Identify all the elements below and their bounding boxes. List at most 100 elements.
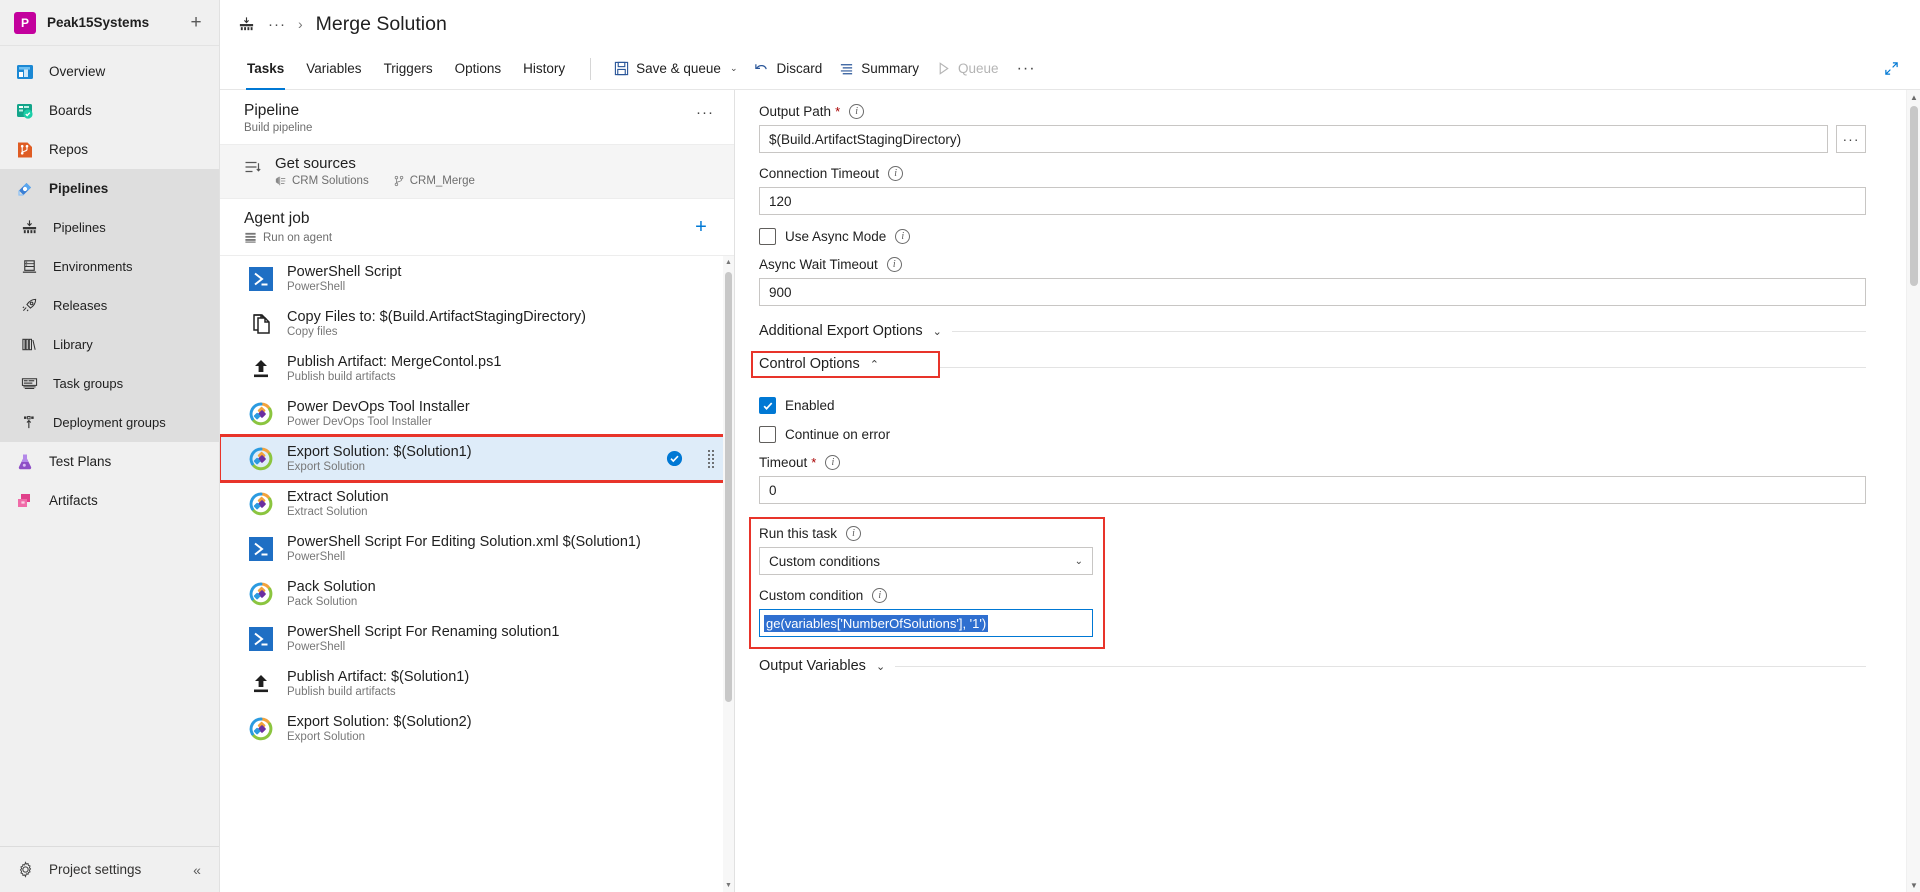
task-row[interactable]: PowerShell Script PowerShell <box>220 256 734 301</box>
add-task-button[interactable]: + <box>688 214 714 240</box>
task-subtitle: Extract Solution <box>287 506 368 518</box>
tab-label-options: Options <box>454 61 502 76</box>
agent-icon <box>245 232 256 243</box>
sidebar-label-repos: Repos <box>49 142 89 157</box>
sidebar-item-test-plans[interactable]: Test Plans <box>0 442 219 481</box>
additional-export-options-label: Additional Export Options <box>759 323 923 339</box>
scroll-up-icon[interactable]: ▲ <box>723 256 734 269</box>
scroll-down-icon[interactable]: ▼ <box>723 879 734 892</box>
output-path-browse-button[interactable]: ··· <box>1836 125 1866 153</box>
task-row[interactable]: Copy Files to: $(Build.ArtifactStagingDi… <box>220 301 734 346</box>
scroll-up-icon[interactable]: ▲ <box>1907 90 1920 104</box>
enabled-label: Enabled <box>785 398 835 413</box>
sidebar-item-releases[interactable]: Releases <box>0 286 219 325</box>
powershell-icon <box>248 536 274 562</box>
sidebar-item-boards[interactable]: Boards <box>0 91 219 130</box>
continue-on-error-checkbox[interactable] <box>759 426 776 443</box>
connection-timeout-label: Connection Timeout <box>759 166 880 181</box>
task-row[interactable]: Extract Solution Extract Solution <box>220 481 734 526</box>
sidebar-item-library[interactable]: Library <box>0 325 219 364</box>
output-path-input[interactable] <box>759 125 1828 153</box>
breadcrumb-ellipsis[interactable]: ··· <box>265 16 289 33</box>
use-async-mode-checkbox[interactable] <box>759 228 776 245</box>
tab-triggers[interactable]: Triggers <box>373 48 444 90</box>
queue-button[interactable]: Queue <box>927 56 1007 82</box>
use-async-mode-row[interactable]: Use Async Mode i <box>759 228 1866 245</box>
enabled-checkbox[interactable] <box>759 397 776 414</box>
output-variables-section[interactable]: Output Variables ⌄ <box>759 658 1866 674</box>
custom-condition-input[interactable]: ge(variables['NumberOfSolutions'], '1') <box>759 609 1093 637</box>
pipeline-header[interactable]: Pipeline Build pipeline ··· <box>220 90 734 145</box>
publish-icon <box>248 671 274 697</box>
timeout-input[interactable] <box>759 476 1866 504</box>
main-area: ··· › Merge Solution Tasks Variables Tri… <box>220 0 1920 892</box>
task-row[interactable]: Export Solution: $(Solution2) Export Sol… <box>220 706 734 751</box>
task-row[interactable]: Power DevOps Tool Installer Power DevOps… <box>220 391 734 436</box>
tab-options[interactable]: Options <box>444 48 513 90</box>
info-icon[interactable]: i <box>825 455 841 470</box>
boards-icon <box>14 100 36 122</box>
get-sources-row[interactable]: Get sources CRM Solutions CRM_Merge <box>220 145 734 199</box>
sidebar-item-artifacts[interactable]: Artifacts <box>0 481 219 520</box>
create-new-button[interactable]: + <box>183 10 209 36</box>
task-row[interactable]: Publish Artifact: $(Solution1) Publish b… <box>220 661 734 706</box>
sidebar-item-overview[interactable]: Overview <box>0 52 219 91</box>
tab-history[interactable]: History <box>512 48 576 90</box>
save-and-queue-button[interactable]: Save & queue ⌄ <box>605 56 745 82</box>
sidebar-label-boards: Boards <box>49 103 92 118</box>
tab-variables[interactable]: Variables <box>295 48 372 90</box>
agent-job-row[interactable]: Agent job Run on agent + <box>220 199 734 256</box>
discard-button[interactable]: Discard <box>746 56 831 82</box>
task-list-scroll-area: PowerShell Script PowerShell Copy Files … <box>220 256 734 892</box>
sidebar-item-environments[interactable]: Environments <box>0 247 219 286</box>
control-options-section[interactable]: Control Options ⌃ <box>751 351 940 378</box>
powershell-icon <box>248 266 274 292</box>
sidebar-item-pipelines-sub[interactable]: Pipelines <box>0 208 219 247</box>
info-icon[interactable]: i <box>895 229 911 244</box>
properties-scroll-thumb[interactable] <box>1910 106 1918 286</box>
task-row[interactable]: Pack Solution Pack Solution <box>220 571 734 616</box>
expand-view-button[interactable] <box>1878 56 1904 82</box>
get-sources-meta: CRM Solutions CRM_Merge <box>275 175 718 187</box>
info-icon[interactable]: i <box>888 166 904 181</box>
tab-tasks[interactable]: Tasks <box>236 48 295 90</box>
connection-timeout-input[interactable] <box>759 187 1866 215</box>
run-this-task-label: Run this task <box>759 526 838 541</box>
additional-export-options-section[interactable]: Additional Export Options ⌄ <box>759 323 1866 339</box>
tab-label-tasks: Tasks <box>247 61 285 76</box>
async-wait-timeout-input[interactable] <box>759 278 1866 306</box>
info-icon[interactable]: i <box>846 526 862 541</box>
task-list-scrollbar[interactable]: ▲ ▼ <box>723 256 734 892</box>
info-icon[interactable]: i <box>849 104 865 119</box>
organization-header[interactable]: P Peak15Systems + <box>0 0 219 46</box>
sidebar-item-task-groups[interactable]: Task groups <box>0 364 219 403</box>
task-subtitle: PowerShell <box>287 641 346 653</box>
properties-scrollbar[interactable]: ▲ ▼ <box>1906 90 1920 892</box>
editor-toolbar: Tasks Variables Triggers Options History… <box>220 48 1920 90</box>
sidebar-item-repos[interactable]: Repos <box>0 130 219 169</box>
summary-button[interactable]: Summary <box>830 56 927 82</box>
toolbar-more-button[interactable]: ··· <box>1007 58 1046 80</box>
task-row[interactable]: Publish Artifact: MergeContol.ps1 Publis… <box>220 346 734 391</box>
sidebar-item-pipelines[interactable]: Pipelines <box>0 169 219 208</box>
organization-name: Peak15Systems <box>47 15 150 30</box>
sidebar-item-project-settings[interactable]: Project settings « <box>0 846 219 892</box>
task-list-scroll-thumb[interactable] <box>725 272 732 702</box>
drag-handle-icon[interactable] <box>706 449 716 469</box>
sidebar-item-deployment-groups[interactable]: Deployment groups <box>0 403 219 442</box>
run-this-task-select[interactable]: Custom conditions ⌄ <box>759 547 1093 575</box>
info-icon[interactable]: i <box>872 588 888 603</box>
continue-on-error-row[interactable]: Continue on error <box>759 426 1866 443</box>
info-icon[interactable]: i <box>886 257 902 272</box>
task-row-export-solution-1[interactable]: Export Solution: $(Solution1) Export Sol… <box>220 434 734 483</box>
task-row[interactable]: PowerShell Script For Editing Solution.x… <box>220 526 734 571</box>
pipeline-header-more-button[interactable]: ··· <box>690 102 720 123</box>
scroll-down-icon[interactable]: ▼ <box>1907 878 1920 892</box>
collapse-sidebar-button[interactable]: « <box>185 858 209 882</box>
task-row[interactable]: PowerShell Script For Renaming solution1… <box>220 616 734 661</box>
enabled-row[interactable]: Enabled <box>759 397 1866 414</box>
task-title: Export Solution: $(Solution2) <box>287 714 472 730</box>
branch-icon <box>394 175 403 187</box>
task-title: Extract Solution <box>287 489 389 505</box>
async-wait-timeout-label-row: Async Wait Timeout i <box>759 257 1866 272</box>
